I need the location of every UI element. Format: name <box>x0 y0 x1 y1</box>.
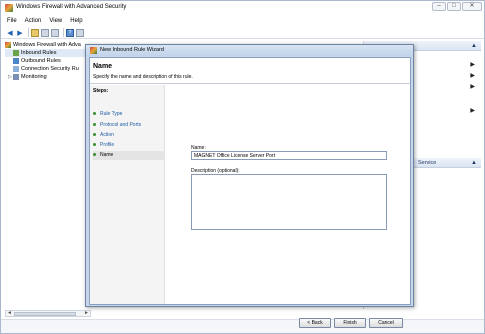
step-label: Protocol and Ports <box>100 122 142 128</box>
menu-help[interactable]: Help <box>70 16 82 26</box>
help-icon[interactable]: ? <box>66 28 74 37</box>
step-protocol-and-ports[interactable]: Protocol and Ports <box>93 121 165 130</box>
submenu-arrow-icon: ▶ <box>470 62 475 68</box>
finish-button[interactable]: Finish <box>334 318 366 328</box>
tree-item-label: Inbound Rules <box>21 50 57 56</box>
wizard-title: New Inbound Rule Wizard <box>100 47 164 53</box>
step-name: Name <box>93 151 165 160</box>
step-profile[interactable]: Profile <box>93 141 165 150</box>
show-hide-tree-icon[interactable] <box>41 28 49 37</box>
back-arrow-icon[interactable]: ◀ <box>6 29 14 37</box>
step-label: Rule Type <box>100 111 123 117</box>
new-inbound-rule-wizard: New Inbound Rule Wizard Name Specify the… <box>85 44 414 328</box>
monitoring-icon <box>13 73 19 80</box>
outbound-rules-icon <box>13 57 19 64</box>
tree-item-label: Connection Security Ru <box>21 66 79 72</box>
inbound-rules-icon <box>13 49 19 56</box>
navigation-tree: Windows Firewall with Adva Inbound Rules… <box>5 41 91 309</box>
step-rule-type[interactable]: Rule Type <box>93 110 165 119</box>
firewall-app-icon <box>5 4 13 12</box>
toolbar: ◀ ▶ ? <box>1 27 484 39</box>
window-title: Windows Firewall with Advanced Security <box>16 4 127 10</box>
submenu-arrow-icon: ▶ <box>470 73 475 79</box>
window-controls: – □ ✕ <box>431 2 482 11</box>
wizard-title-bar: New Inbound Rule Wizard <box>86 45 413 56</box>
show-action-pane-icon[interactable] <box>76 28 84 37</box>
description-field[interactable] <box>191 174 387 230</box>
tree-item-inbound-rules[interactable]: Inbound Rules <box>5 49 91 57</box>
tree-item-label: Windows Firewall with Adva <box>13 42 81 48</box>
name-field[interactable] <box>191 151 387 160</box>
up-folder-icon[interactable] <box>31 28 39 37</box>
status-bar <box>1 319 484 333</box>
forward-arrow-icon[interactable]: ▶ <box>16 29 24 37</box>
step-bullet-icon <box>93 112 96 116</box>
step-bullet-icon <box>93 153 96 157</box>
wizard-header: Name Specify the name and description of… <box>90 58 410 84</box>
steps-label: Steps: <box>93 88 109 94</box>
back-button[interactable]: < Back <box>299 318 331 328</box>
wizard-body: Name Specify the name and description of… <box>89 57 411 328</box>
scroll-right-icon[interactable]: ► <box>84 310 89 316</box>
tree-item-label: Monitoring <box>21 74 47 80</box>
menu-file[interactable]: File <box>7 16 17 26</box>
wizard-subheading: Specify the name and description of this… <box>93 74 193 80</box>
submenu-arrow-icon: ▶ <box>470 108 475 114</box>
step-label: Profile <box>100 142 115 148</box>
cancel-button[interactable]: Cancel <box>369 318 403 328</box>
menu-action[interactable]: Action <box>25 16 42 26</box>
close-button[interactable]: ✕ <box>462 2 482 11</box>
toolbar-separator <box>63 28 64 37</box>
collapse-arrow-icon[interactable]: ▲ <box>471 158 477 168</box>
submenu-arrow-icon: ▶ <box>470 84 475 90</box>
tree-item-label: Outbound Rules <box>21 58 61 64</box>
maximize-button[interactable]: □ <box>447 2 461 11</box>
connection-security-icon <box>13 65 19 72</box>
tree-item-root[interactable]: Windows Firewall with Adva <box>5 41 91 49</box>
collapse-arrow-icon[interactable]: ▲ <box>471 41 477 51</box>
menu-bar: File Action View Help <box>1 16 484 26</box>
step-bullet-icon <box>93 133 96 137</box>
step-action[interactable]: Action <box>93 131 165 140</box>
tree-item-connection-security[interactable]: Connection Security Ru <box>5 65 91 73</box>
step-label: Action <box>100 132 114 138</box>
step-bullet-icon <box>93 143 96 147</box>
minimize-button[interactable]: – <box>432 2 446 11</box>
firewall-icon <box>5 41 11 48</box>
tree-item-monitoring[interactable]: ▷ Monitoring <box>5 73 91 81</box>
service-header-label: Service <box>418 160 437 166</box>
tree-item-outbound-rules[interactable]: Outbound Rules <box>5 57 91 65</box>
tree-horizontal-scrollbar[interactable]: ◄ ► <box>5 310 91 317</box>
toolbar-separator <box>28 28 29 37</box>
wizard-heading: Name <box>93 63 113 70</box>
step-label: Name <box>100 152 114 158</box>
firewall-icon <box>90 47 97 54</box>
wizard-content: Name: Description (optional): < Back Fin… <box>166 85 410 328</box>
step-bullet-icon <box>93 123 96 127</box>
export-list-icon[interactable] <box>51 28 59 37</box>
title-bar: Windows Firewall with Advanced Security … <box>1 1 484 15</box>
menu-view[interactable]: View <box>49 16 62 26</box>
scroll-left-icon[interactable]: ◄ <box>7 310 12 316</box>
wizard-steps-panel: Steps: Rule Type Protocol and Ports Acti… <box>90 85 165 304</box>
scrollbar-thumb[interactable] <box>14 312 76 316</box>
